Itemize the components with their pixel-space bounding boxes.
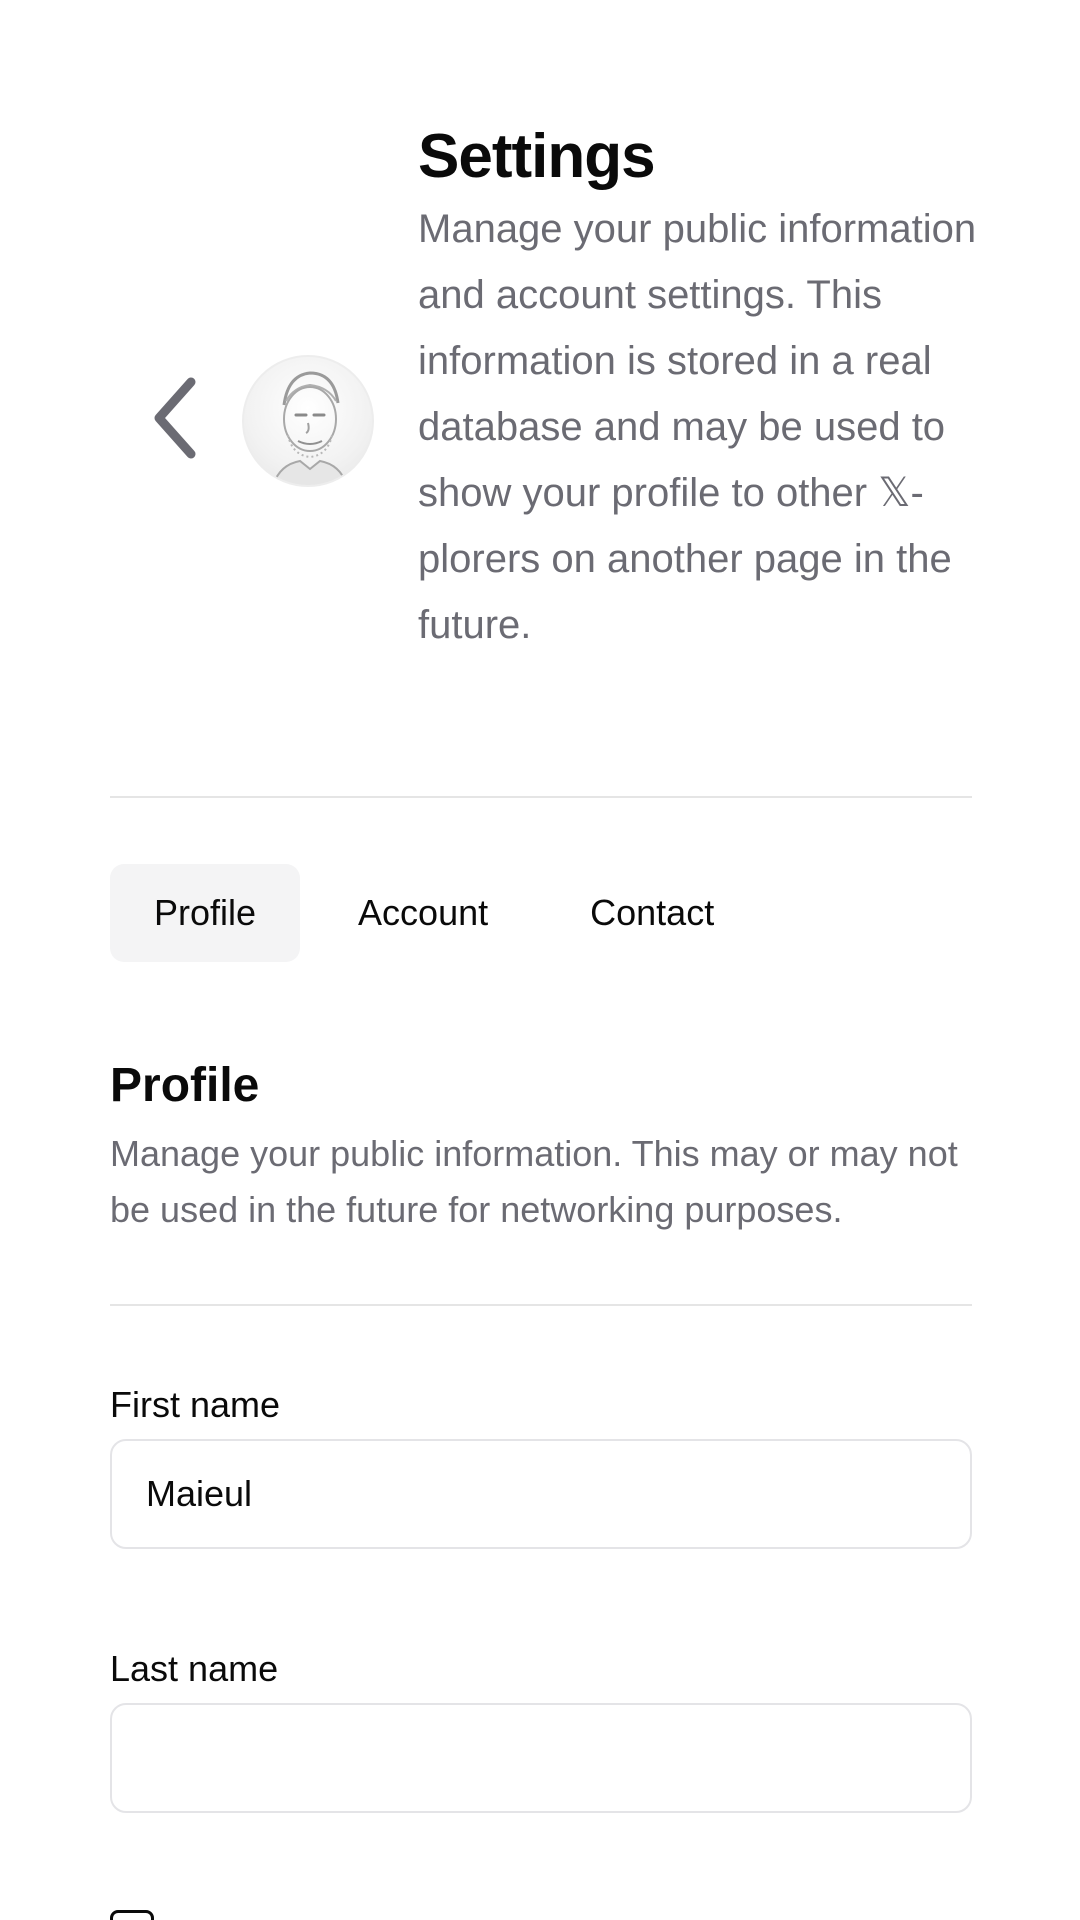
section-description: Manage your public information. This may… — [110, 1133, 958, 1230]
settings-page: Settings Manage your public information … — [0, 0, 1080, 1920]
first-name-label: First name — [110, 1384, 281, 1425]
tab-contact[interactable]: Contact — [546, 864, 758, 962]
page-description: Manage your public information and accou… — [418, 207, 977, 647]
section-divider — [110, 1304, 972, 1306]
section-title: Profile — [110, 1059, 260, 1112]
last-name-field[interactable] — [110, 1703, 972, 1813]
tab-profile[interactable]: Profile — [110, 864, 301, 962]
settings-tabs: Profile Account Contact — [110, 864, 758, 962]
chevron-left-icon — [154, 377, 196, 459]
header: Settings Manage your public information … — [418, 118, 978, 658]
first-name-field[interactable] — [110, 1439, 972, 1549]
avatar[interactable] — [242, 355, 374, 487]
last-name-label: Last name — [110, 1648, 279, 1689]
user-avatar-icon — [272, 371, 348, 485]
header-divider — [110, 796, 972, 798]
checkbox[interactable] — [110, 1910, 154, 1920]
page-title: Settings — [418, 122, 656, 191]
tab-account[interactable]: Account — [314, 864, 532, 962]
back-button[interactable] — [148, 373, 204, 463]
